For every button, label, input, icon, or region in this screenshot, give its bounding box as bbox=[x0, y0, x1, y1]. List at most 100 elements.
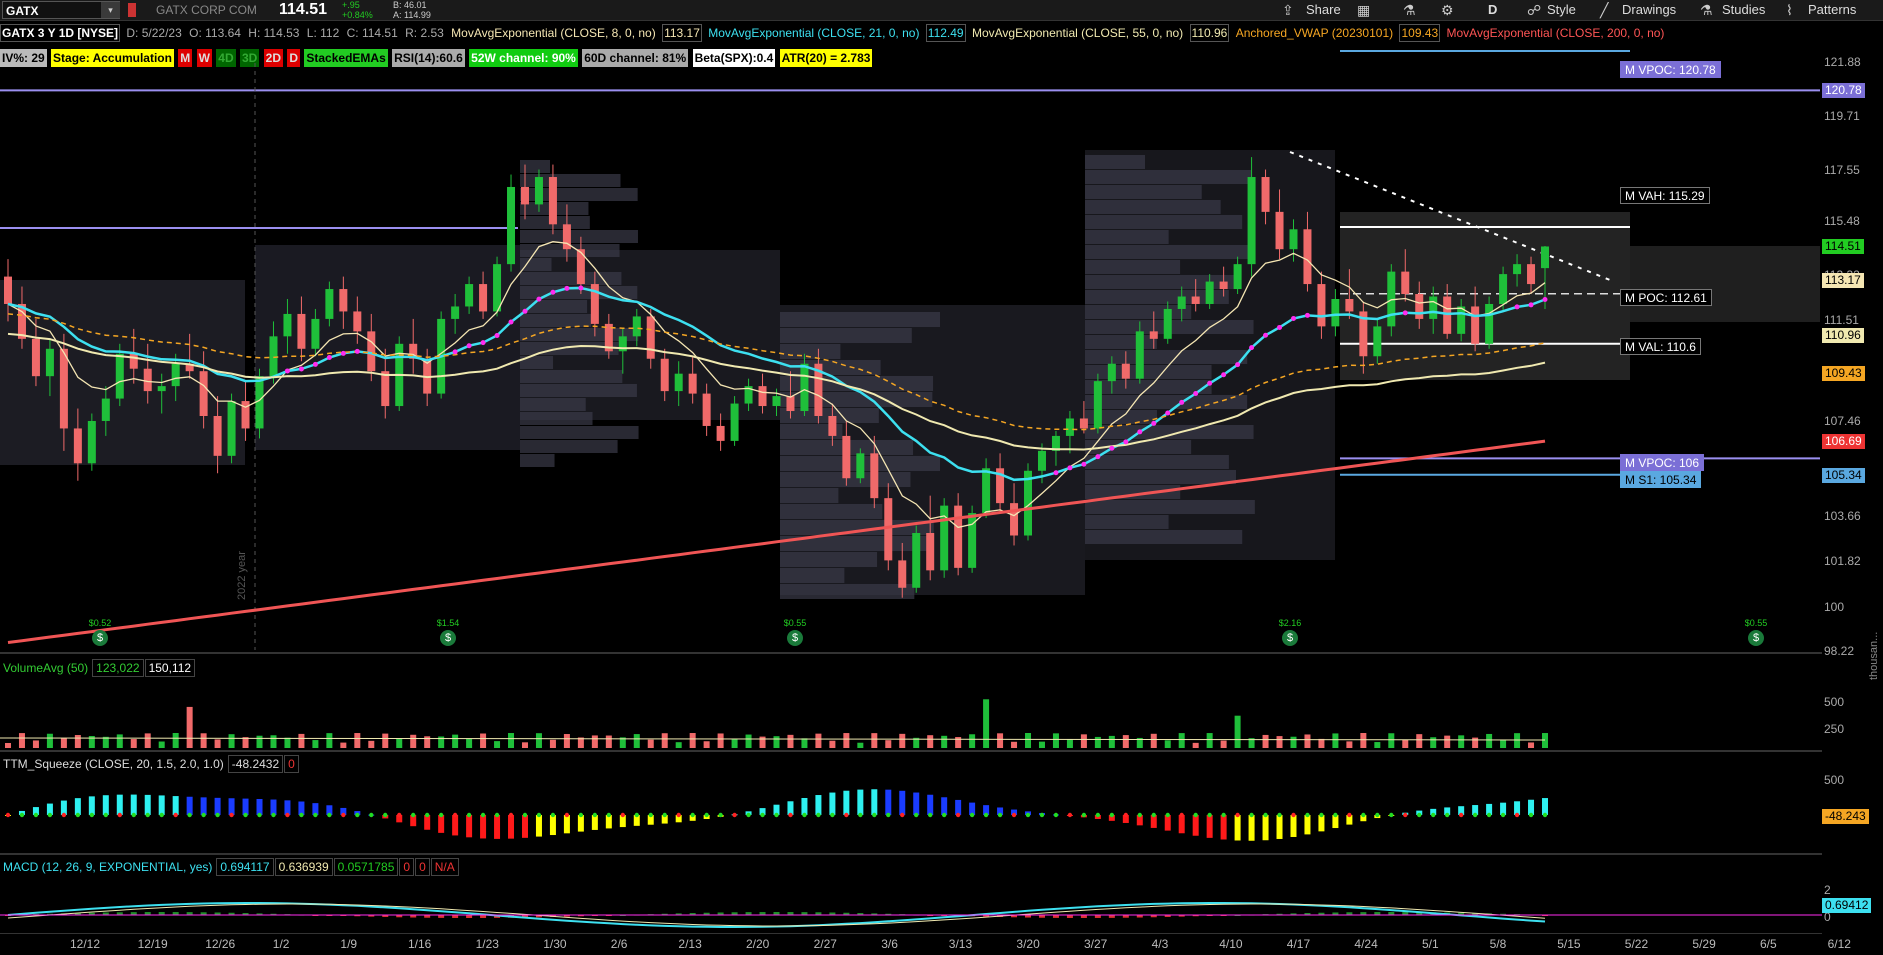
x-axis-tick: 1/16 bbox=[408, 937, 432, 951]
squeeze-bar bbox=[1304, 815, 1311, 835]
volume-bar bbox=[857, 742, 864, 748]
squeeze-axis-top: 500 bbox=[1824, 773, 1845, 787]
squeeze-dot bbox=[1123, 812, 1129, 818]
volume-profile-bar bbox=[1085, 185, 1202, 199]
price-badge-vwap: 109.43 bbox=[1822, 365, 1865, 381]
candle-body bbox=[367, 331, 376, 372]
ema-dot bbox=[564, 285, 570, 291]
squeeze-bar bbox=[214, 797, 221, 815]
dividend-marker[interactable]: $0.55 $ bbox=[1736, 618, 1776, 646]
price-badge-ema55: 110.96 bbox=[1822, 327, 1864, 343]
squeeze-dot bbox=[5, 812, 11, 818]
candle-body bbox=[646, 316, 655, 359]
squeeze-dot bbox=[774, 812, 779, 818]
candle-body bbox=[1401, 271, 1410, 295]
candle-body bbox=[912, 533, 921, 588]
squeeze-bar bbox=[913, 792, 920, 815]
squeeze-dot bbox=[1291, 812, 1296, 818]
squeeze-dot bbox=[1025, 812, 1031, 818]
x-axis-tick: 3/20 bbox=[1016, 937, 1040, 951]
candle-body bbox=[101, 398, 110, 421]
volume-bar bbox=[1430, 737, 1437, 748]
squeeze-dot bbox=[271, 812, 276, 818]
x-axis-tick: 12/19 bbox=[137, 937, 168, 951]
squeeze-bar bbox=[102, 795, 109, 815]
squeeze-bar bbox=[829, 792, 836, 815]
squeeze-dot bbox=[592, 812, 598, 818]
squeeze-dot bbox=[229, 812, 234, 818]
volume-bar bbox=[787, 734, 794, 748]
dividend-label: $0.55 bbox=[1744, 618, 1768, 628]
volume-divider[interactable] bbox=[0, 652, 1822, 654]
squeeze-bar bbox=[1234, 815, 1241, 841]
candle-body bbox=[1261, 177, 1270, 212]
volume-bar bbox=[256, 735, 263, 748]
dividend-icon: $ bbox=[92, 630, 108, 646]
ema-dot bbox=[1137, 429, 1143, 435]
volume-bar bbox=[1360, 733, 1367, 748]
macd-label[interactable]: MACD (12, 26, 9, EXPONENTIAL, yes) bbox=[0, 859, 215, 875]
volume-bar bbox=[703, 741, 710, 748]
volume-label[interactable]: VolumeAvg (50) bbox=[0, 660, 91, 676]
volume-bar bbox=[675, 742, 682, 748]
dividend-marker[interactable]: $2.16 $ bbox=[1270, 618, 1310, 646]
squeeze-dot bbox=[816, 812, 821, 818]
squeeze-bar bbox=[1262, 815, 1269, 841]
squeeze-bar bbox=[801, 797, 808, 815]
candle-body bbox=[1121, 363, 1130, 379]
squeeze-dot bbox=[522, 812, 528, 818]
ema-dot bbox=[326, 355, 332, 361]
squeeze-dot bbox=[1249, 812, 1254, 818]
candle-body bbox=[269, 336, 278, 377]
ema-dot bbox=[1249, 345, 1255, 351]
volume-profile-bar bbox=[520, 314, 592, 327]
volume-profile-block bbox=[255, 245, 520, 450]
x-axis-tick: 6/12 bbox=[1827, 937, 1851, 951]
volume-profile-bar bbox=[1085, 335, 1157, 349]
volume-bar bbox=[1276, 736, 1283, 748]
candle-body bbox=[1233, 264, 1242, 290]
volume-bar bbox=[200, 733, 207, 748]
squeeze-divider[interactable] bbox=[0, 750, 1822, 752]
volume-bar bbox=[1080, 734, 1087, 748]
macd-divider[interactable] bbox=[0, 853, 1822, 855]
squeeze-bar bbox=[228, 798, 235, 815]
squeeze-bar bbox=[186, 796, 193, 815]
squeeze-dot bbox=[858, 812, 863, 818]
squeeze-dot bbox=[900, 812, 905, 818]
ema-dot bbox=[1123, 439, 1129, 445]
squeeze-dot bbox=[1431, 812, 1436, 818]
squeeze-bar bbox=[1220, 815, 1227, 840]
squeeze-dot bbox=[1444, 812, 1450, 818]
volume-profile-bar bbox=[520, 412, 593, 425]
squeeze-dot bbox=[1514, 812, 1520, 818]
candle-body bbox=[1149, 331, 1158, 339]
price-axis-tick: 107.46 bbox=[1824, 413, 1861, 428]
dividend-marker[interactable]: $0.55 $ bbox=[775, 618, 815, 646]
dividend-marker[interactable]: $0.52 $ bbox=[80, 618, 120, 646]
volume-bar bbox=[843, 733, 850, 748]
ema-dot bbox=[1081, 461, 1087, 467]
squeeze-dot bbox=[620, 812, 625, 818]
dividend-marker[interactable]: $1.54 $ bbox=[428, 618, 468, 646]
volume-bar bbox=[284, 737, 291, 748]
candle-body bbox=[45, 348, 54, 377]
candle-body bbox=[870, 453, 879, 499]
candle-body bbox=[1499, 274, 1508, 304]
volume-bar bbox=[1122, 735, 1129, 748]
candle-body bbox=[1317, 284, 1326, 327]
candle-body bbox=[1415, 294, 1424, 319]
volume-bar bbox=[186, 706, 193, 748]
squeeze-dot bbox=[1179, 812, 1184, 818]
volume-bar bbox=[731, 738, 738, 748]
squeeze-bar bbox=[1542, 798, 1548, 815]
candle-body bbox=[171, 363, 180, 387]
candle-body bbox=[1163, 308, 1172, 339]
squeeze-dot bbox=[145, 812, 150, 818]
vpoc-top-label: M VPOC: 120.78 bbox=[1620, 61, 1721, 78]
candle-body bbox=[213, 416, 222, 456]
volume-bar bbox=[885, 740, 892, 748]
ema-dot bbox=[1290, 316, 1296, 322]
ema-dot bbox=[1542, 297, 1548, 303]
ema-dot bbox=[1304, 312, 1310, 318]
